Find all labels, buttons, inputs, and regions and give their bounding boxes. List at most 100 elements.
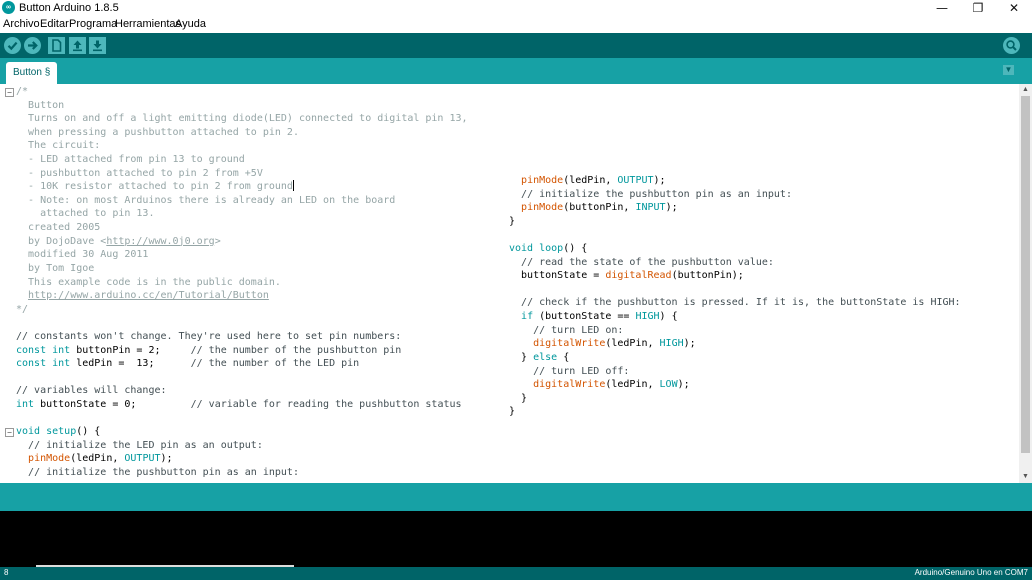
menu-programa[interactable]: Programa: [69, 18, 117, 30]
menu-herramientas[interactable]: Herramientas: [115, 18, 181, 30]
minimize-button[interactable]: —: [924, 0, 960, 16]
code-token: by DojoDave <: [16, 235, 107, 247]
code-token: );: [677, 379, 690, 391]
code-link[interactable]: http://www.0j0.org: [106, 236, 214, 247]
code-line: Turns on and off a light emitting diode(…: [16, 112, 468, 126]
code-token: >: [214, 235, 221, 247]
save-button[interactable]: [89, 37, 106, 54]
open-button[interactable]: [69, 37, 86, 54]
code-token: ) {: [659, 311, 678, 323]
code-line: // initialize the LED pin as an output:: [16, 439, 468, 453]
code-line: // turn LED off:: [509, 365, 961, 379]
code-token: ledPin = 13;: [70, 358, 191, 370]
line-number-indicator: 8: [4, 568, 9, 577]
tab-menu-dropdown[interactable]: ▼: [1003, 65, 1014, 75]
code-token: digitalWrite: [533, 338, 606, 350]
code-line: } else {: [509, 351, 961, 365]
code-line: digitalWrite(ledPin, LOW);: [509, 378, 961, 392]
scroll-up-arrow-icon[interactable]: ▲: [1019, 84, 1032, 96]
code-line: by Tom Igoe: [16, 262, 468, 276]
code-token: digitalRead: [605, 270, 672, 282]
code-token: // initialize the LED pin as an output:: [28, 439, 263, 451]
editor-vertical-scrollbar[interactable]: ▲ ▼: [1019, 84, 1032, 483]
code-token: - Note: on most Arduinos there is alread…: [16, 194, 396, 206]
code-token: loop: [539, 243, 564, 255]
code-line: void setup() {: [16, 425, 468, 439]
console-output[interactable]: [0, 511, 1032, 567]
code-token: void: [16, 426, 41, 438]
menu-editar[interactable]: Editar: [40, 18, 69, 30]
fold-marker-setup[interactable]: −: [5, 428, 14, 437]
new-icon: [52, 39, 62, 52]
code-token: // variable for reading the pushbutton s…: [190, 399, 462, 411]
serial-monitor-button[interactable]: [1003, 37, 1020, 54]
code-text-right: pinMode(ledPin, OUTPUT); // initialize t…: [509, 174, 961, 419]
code-line: }: [509, 392, 961, 406]
code-token: const int: [16, 344, 71, 356]
new-button[interactable]: [48, 37, 65, 54]
code-line: modified 30 Aug 2011: [16, 248, 468, 262]
code-token: // the number of the pushbutton pin: [190, 344, 402, 356]
maximize-button[interactable]: ❐: [960, 0, 996, 16]
code-token: This example code is in the public domai…: [16, 276, 281, 288]
code-token: HIGH: [659, 338, 684, 350]
open-icon: [73, 40, 82, 52]
code-token: INPUT: [635, 202, 666, 214]
code-line: const int ledPin = 13; // the number of …: [16, 357, 468, 371]
close-button[interactable]: ✕: [996, 0, 1032, 16]
scroll-down-arrow-icon[interactable]: ▼: [1019, 471, 1032, 483]
code-line: Button: [16, 99, 468, 113]
code-line: const int buttonPin = 2; // the number o…: [16, 344, 468, 358]
code-token: else: [533, 351, 558, 363]
code-line: }: [509, 215, 961, 229]
menu-archivo[interactable]: Archivo: [3, 18, 40, 30]
code-line: // constants won't change. They're used …: [16, 330, 468, 344]
code-link[interactable]: http://www.arduino.cc/en/Tutorial/Button: [28, 290, 269, 301]
code-token: // check if the pushbutton is pressed. I…: [521, 297, 961, 309]
code-line: */: [16, 303, 468, 317]
code-token: by Tom Igoe: [16, 262, 95, 274]
code-token: // the number of the LED pin: [190, 358, 360, 370]
code-token: // turn LED off:: [533, 365, 630, 377]
code-token: );: [653, 175, 666, 186]
upload-button[interactable]: [24, 37, 41, 54]
code-text-left: /* Button Turns on and off a light emitt…: [16, 85, 468, 480]
code-line: pinMode(buttonPin, INPUT);: [509, 201, 961, 215]
code-token: }: [509, 351, 534, 363]
code-editor[interactable]: − − /* Button Turns on and off a light e…: [0, 84, 1019, 483]
code-token: modified 30 Aug 2011: [16, 249, 149, 261]
window-title: Button Arduino 1.8.5: [19, 2, 119, 14]
text-cursor: [292, 180, 294, 192]
code-token: pinMode: [521, 202, 564, 214]
code-line: if (buttonState == HIGH) {: [509, 310, 961, 324]
tab-button-sketch[interactable]: Button §: [6, 62, 58, 84]
code-line: // read the state of the pushbutton valu…: [509, 256, 961, 270]
scrollbar-thumb[interactable]: [1021, 96, 1030, 453]
code-line: - pushbutton attached to pin 2 from +5V: [16, 167, 468, 181]
menu-ayuda[interactable]: Ayuda: [175, 18, 206, 30]
code-token: }: [509, 406, 516, 418]
code-line: digitalWrite(ledPin, HIGH);: [509, 337, 961, 351]
code-line: // initialize the pushbutton pin as an i…: [16, 466, 468, 480]
fold-marker-comment[interactable]: −: [5, 88, 14, 97]
verify-button[interactable]: [4, 37, 21, 54]
code-line: This example code is in the public domai…: [16, 276, 468, 290]
code-token: created 2005: [16, 222, 101, 234]
code-token: /*: [16, 86, 29, 97]
code-token: (ledPin,: [70, 453, 125, 465]
status-bar: [0, 483, 1032, 511]
code-token: OUTPUT: [617, 175, 654, 186]
code-token: LOW: [659, 379, 678, 391]
code-line: // initialize the pushbutton pin as an i…: [509, 188, 961, 202]
